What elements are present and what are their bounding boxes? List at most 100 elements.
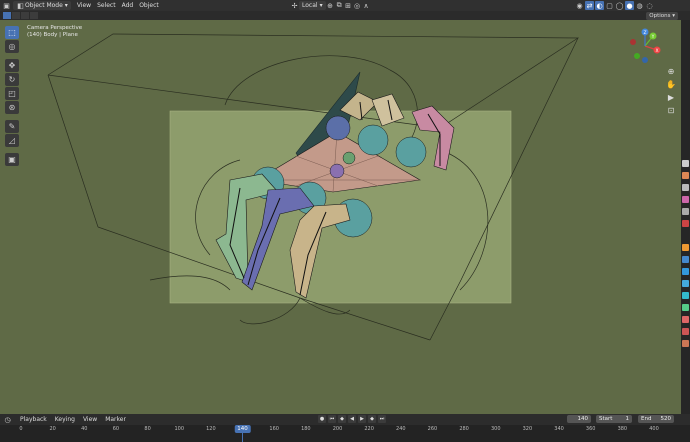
visibility-icon[interactable]: ◉ bbox=[575, 1, 584, 10]
frame-tick-label: 380 bbox=[617, 426, 628, 432]
tool-tab-icon[interactable] bbox=[682, 160, 689, 167]
snap-target-icon[interactable]: ⊞ bbox=[344, 1, 353, 10]
constraints-tab-icon[interactable] bbox=[682, 292, 689, 299]
world-tab-icon[interactable] bbox=[682, 220, 689, 227]
cursor-icon[interactable]: ◎ bbox=[5, 40, 19, 53]
start-label: Start bbox=[599, 416, 613, 422]
material-shading-icon[interactable]: ◍ bbox=[635, 1, 644, 10]
pivot-icon[interactable]: ⊕ bbox=[326, 1, 335, 10]
tool-shelf: ⬚ ◎ ✥ ↻ ◰ ⊛ ✎ ◿ ▣ bbox=[5, 26, 19, 166]
physics-tab-icon[interactable] bbox=[682, 280, 689, 287]
frame-tick-label: 200 bbox=[332, 426, 343, 432]
joint-sphere-1 bbox=[325, 115, 351, 141]
play-reverse-icon[interactable]: ◀ bbox=[348, 415, 356, 423]
menu-select[interactable]: Select bbox=[97, 2, 116, 9]
select-mode-extend-icon[interactable] bbox=[12, 12, 20, 19]
move-icon[interactable]: ✥ bbox=[5, 59, 19, 72]
scale-icon[interactable]: ◰ bbox=[5, 87, 19, 100]
modifier-tab-icon[interactable] bbox=[682, 256, 689, 263]
material-tab-icon[interactable] bbox=[682, 316, 689, 323]
lock-icon[interactable]: ⊡ bbox=[666, 105, 676, 115]
frame-tick-label: 0 bbox=[19, 426, 23, 432]
object-mode-label: Object Mode bbox=[25, 2, 63, 9]
rendered-shading-icon[interactable]: ◌ bbox=[645, 1, 654, 10]
scene-tab-icon[interactable] bbox=[682, 208, 689, 215]
camera-perspective-label: Camera Perspective bbox=[27, 25, 83, 31]
end-value: 520 bbox=[660, 416, 672, 422]
frame-tick-label: 340 bbox=[554, 426, 564, 432]
menu-playback[interactable]: Playback bbox=[20, 416, 47, 423]
jump-end-icon[interactable]: ⏭ bbox=[378, 415, 386, 423]
xray-icon[interactable]: ▢ bbox=[605, 1, 614, 10]
editor-type-icon[interactable]: ▣ bbox=[2, 1, 11, 10]
view-layer-tab-icon[interactable] bbox=[682, 196, 689, 203]
timeline-editor-icon[interactable]: ◷ bbox=[3, 415, 12, 424]
viewport-header: ▣ ◧ Object Mode ▾ View Select Add Object… bbox=[0, 0, 690, 11]
current-frame-indicator[interactable]: 140 bbox=[234, 425, 251, 433]
start-frame-field[interactable]: Start 1 bbox=[596, 415, 632, 423]
data-tab-icon[interactable] bbox=[682, 304, 689, 311]
options-dropdown[interactable]: Options ▾ bbox=[646, 12, 678, 20]
select-mode-new-icon[interactable] bbox=[3, 12, 11, 19]
select-mode-subtract-icon[interactable] bbox=[21, 12, 29, 19]
timeline-header: ◷ Playback Keying View Marker ● ⏮ ◆ ◀ ▶ … bbox=[0, 414, 690, 425]
falloff-icon[interactable]: ∧ bbox=[362, 1, 371, 10]
orientation-dropdown[interactable]: Local ▾ bbox=[299, 1, 326, 10]
frame-tick-label: 180 bbox=[301, 426, 311, 432]
menu-keying[interactable]: Keying bbox=[55, 416, 75, 423]
camera-view-icon[interactable]: ▶ bbox=[666, 92, 676, 102]
overlay-icon[interactable]: ◐ bbox=[595, 1, 604, 10]
playhead-line bbox=[242, 433, 244, 442]
pan-hand-icon[interactable]: ✋ bbox=[666, 79, 676, 89]
proportional-edit-icon[interactable]: ◎ bbox=[353, 1, 362, 10]
menu-marker[interactable]: Marker bbox=[105, 416, 126, 423]
next-keyframe-icon[interactable]: ◆ bbox=[368, 415, 376, 423]
navigation-gizmo[interactable]: X Y Z bbox=[627, 28, 663, 64]
select-box-icon[interactable]: ⬚ bbox=[5, 26, 19, 39]
render-tab-icon[interactable] bbox=[682, 172, 689, 179]
object-tab-icon[interactable] bbox=[682, 244, 689, 251]
object-mode-icon: ◧ bbox=[17, 1, 24, 10]
frame-tick-label: 320 bbox=[522, 426, 533, 432]
frame-tick-label: 260 bbox=[427, 426, 438, 432]
frame-tick-label: 280 bbox=[459, 426, 469, 432]
options-label: Options bbox=[649, 13, 671, 19]
select-mode-invert-icon[interactable] bbox=[30, 12, 38, 19]
current-frame-value: 140 bbox=[577, 416, 589, 422]
add-cube-icon[interactable]: ▣ bbox=[5, 153, 19, 166]
snap-icon[interactable]: ⧉ bbox=[335, 1, 344, 10]
gizmo-toggle-icon[interactable]: ⇄ bbox=[585, 1, 594, 10]
object-mode-dropdown[interactable]: ◧ Object Mode ▾ bbox=[13, 1, 71, 10]
orientation-label: Local bbox=[302, 2, 318, 9]
viewport-subheader bbox=[0, 11, 690, 20]
current-frame-field[interactable]: 140 bbox=[567, 415, 591, 423]
menu-timeline-view[interactable]: View bbox=[83, 416, 97, 423]
record-icon[interactable]: ● bbox=[318, 415, 326, 423]
output-tab-icon[interactable] bbox=[682, 184, 689, 191]
annotate-icon[interactable]: ✎ bbox=[5, 120, 19, 133]
timeline-editor: ◷ Playback Keying View Marker ● ⏮ ◆ ◀ ▶ … bbox=[0, 414, 690, 442]
jump-start-icon[interactable]: ⏮ bbox=[328, 415, 336, 423]
zoom-icon[interactable]: ⊕ bbox=[666, 66, 676, 76]
frame-tick-label: 120 bbox=[206, 426, 216, 432]
end-label: End bbox=[641, 416, 652, 422]
active-object-label: (140) Body | Plane bbox=[27, 32, 78, 38]
play-icon[interactable]: ▶ bbox=[358, 415, 366, 423]
shader-tab-icon[interactable] bbox=[682, 340, 689, 347]
measure-icon[interactable]: ◿ bbox=[5, 134, 19, 147]
frame-ruler[interactable]: 0 20 40 60 80 100 120 140 160 180 200 220 240 260 280 3… bbox=[0, 425, 690, 434]
end-frame-field[interactable]: End 520 bbox=[638, 415, 674, 423]
chevron-down-icon: ▾ bbox=[319, 2, 323, 9]
prev-keyframe-icon[interactable]: ◆ bbox=[338, 415, 346, 423]
wireframe-shading-icon[interactable]: ◯ bbox=[615, 1, 624, 10]
rotate-icon[interactable]: ↻ bbox=[5, 73, 19, 86]
texture-tab-icon[interactable] bbox=[682, 328, 689, 335]
solid-shading-icon[interactable]: ● bbox=[625, 1, 634, 10]
gizmo-z-label: Z bbox=[643, 30, 646, 36]
menu-object[interactable]: Object bbox=[139, 2, 159, 9]
particles-tab-icon[interactable] bbox=[682, 268, 689, 275]
3d-viewport[interactable]: Camera Perspective (140) Body | Plane ⬚ … bbox=[0, 20, 681, 414]
menu-view[interactable]: View bbox=[77, 2, 91, 9]
menu-add[interactable]: Add bbox=[122, 2, 134, 9]
transform-icon[interactable]: ⊛ bbox=[5, 101, 19, 114]
